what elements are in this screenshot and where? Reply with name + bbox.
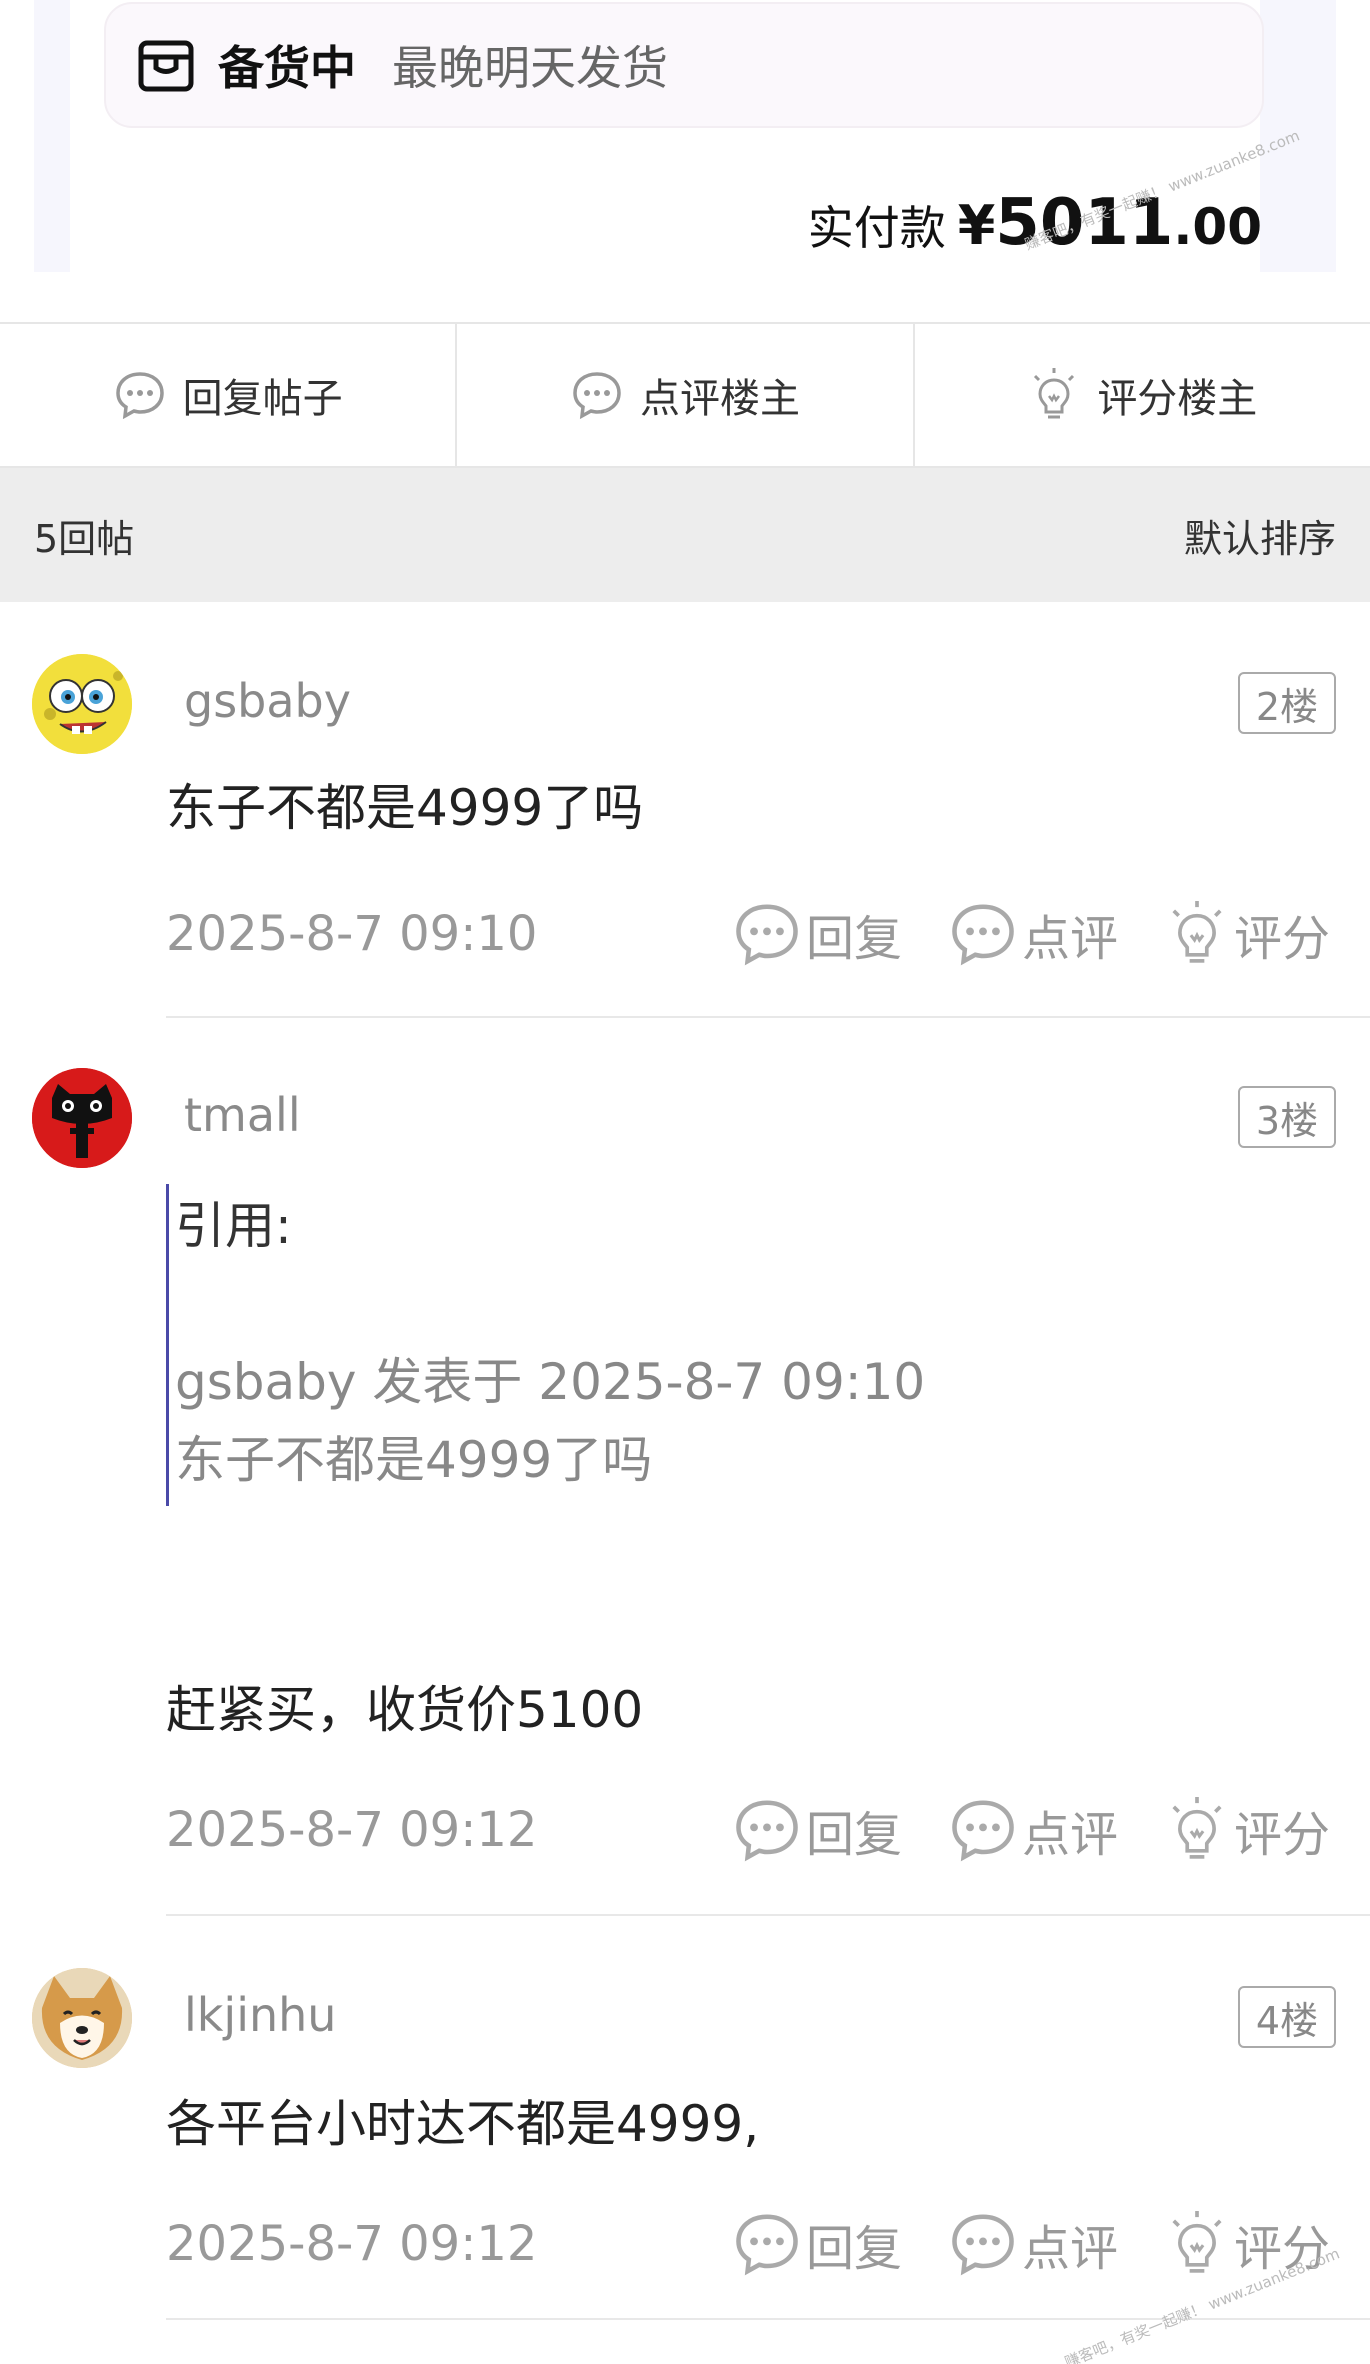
- post-actions: 回复 点评 评分: [686, 898, 1330, 970]
- post-divider: [166, 1914, 1370, 1916]
- currency-symbol: ¥: [957, 194, 996, 257]
- chat-bubble-icon: [736, 2214, 798, 2276]
- thread-action-bar: 回复帖子 点评楼主 评分楼主: [0, 322, 1370, 468]
- floor-badge: 4楼: [1238, 1986, 1336, 2048]
- chat-bubble-icon: [952, 2214, 1014, 2276]
- rate-button[interactable]: 评分: [1164, 898, 1330, 970]
- tmall-cat-avatar-icon: [32, 1068, 132, 1168]
- floor-badge: 3楼: [1238, 1086, 1336, 1148]
- order-summary: 备货中 最晚明天发货 实付款 ¥ 5011 .00 赚客吧，有奖一起赚！ www…: [0, 0, 1370, 322]
- comment-label: 点评: [1021, 2221, 1118, 2277]
- chat-bubble-icon: [736, 1800, 798, 1862]
- reply-button[interactable]: 回复: [732, 1795, 902, 1865]
- comment-button[interactable]: 点评: [948, 2209, 1118, 2279]
- reply-post: lkjinhu 4楼 各平台小时达不都是4999, 2025-8-7 09:12…: [0, 1918, 1370, 2334]
- status-detail: 最晚明天发货: [392, 41, 668, 95]
- rate-op-button[interactable]: 评分楼主: [915, 324, 1370, 466]
- reply-post: gsbaby 2楼 东子不都是4999了吗 2025-8-7 09:10 回复 …: [0, 602, 1370, 1018]
- rate-button[interactable]: 评分: [1164, 1794, 1330, 1866]
- sort-order-button[interactable]: 默认排序: [1184, 508, 1336, 563]
- shipping-status[interactable]: 备货中 最晚明天发货: [104, 2, 1264, 128]
- quote-author-time: gsbaby 发表于 2025-8-7 09:10: [175, 1353, 926, 1411]
- reply-post: tmall 3楼 引用: gsbaby 发表于 2025-8-7 09:10 东…: [0, 1018, 1370, 1918]
- post-content: 东子不都是4999了吗: [166, 779, 644, 837]
- paid-decimal: .00: [1173, 198, 1262, 256]
- comment-op-button[interactable]: 点评楼主: [457, 324, 915, 466]
- post-meta: 2025-8-7 09:12 回复 点评 评分: [166, 1797, 1330, 1863]
- comment-button[interactable]: 点评: [948, 1795, 1118, 1865]
- post-content: 各平台小时达不都是4999,: [166, 2095, 760, 2153]
- username[interactable]: lkjinhu: [184, 1988, 336, 2042]
- chat-bubble-icon: [952, 904, 1014, 966]
- comment-button[interactable]: 点评: [948, 899, 1118, 969]
- comment-label: 点评: [1021, 1807, 1118, 1863]
- action-label: 回复帖子: [182, 376, 343, 422]
- chat-bubble-icon: [736, 904, 798, 966]
- post-content: 赶紧买，收货价5100: [166, 1681, 644, 1739]
- spongebob-avatar-icon: [32, 654, 132, 754]
- reply-label: 回复: [805, 1807, 902, 1863]
- post-meta: 2025-8-7 09:10 回复 点评 评分: [166, 901, 1330, 967]
- quote-block: 引用: gsbaby 发表于 2025-8-7 09:10 东子不都是4999了…: [166, 1184, 1066, 1506]
- reply-count: 5回帖: [34, 516, 135, 561]
- reply-button[interactable]: 回复: [732, 2209, 902, 2279]
- action-label: 点评楼主: [639, 376, 800, 422]
- lightbulb-icon: [1172, 2211, 1222, 2273]
- username[interactable]: gsbaby: [184, 674, 351, 728]
- avatar[interactable]: [32, 1068, 132, 1168]
- username[interactable]: tmall: [184, 1088, 301, 1142]
- lightbulb-icon: [1172, 1797, 1222, 1859]
- action-label: 评分楼主: [1097, 376, 1258, 422]
- shiba-dog-avatar-icon: [32, 1968, 132, 2068]
- rate-label: 评分: [1233, 911, 1330, 967]
- chat-bubble-icon: [573, 372, 621, 420]
- reply-button[interactable]: 回复: [732, 899, 902, 969]
- quote-text: 东子不都是4999了吗: [175, 1431, 653, 1489]
- package-box-icon: [138, 40, 194, 92]
- floor-badge: 2楼: [1238, 672, 1336, 734]
- post-time: 2025-8-7 09:12: [166, 2216, 538, 2272]
- post-actions: 回复 点评 评分: [686, 1794, 1330, 1866]
- reply-label: 回复: [805, 911, 902, 967]
- lightbulb-icon: [1172, 901, 1222, 963]
- post-time: 2025-8-7 09:12: [166, 1802, 538, 1858]
- avatar[interactable]: [32, 1968, 132, 2068]
- quote-label: 引用:: [175, 1197, 292, 1255]
- reply-label: 回复: [805, 2221, 902, 2277]
- comment-label: 点评: [1021, 911, 1118, 967]
- post-time: 2025-8-7 09:10: [166, 906, 538, 962]
- avatar[interactable]: [32, 654, 132, 754]
- post-meta: 2025-8-7 09:12 回复 点评 评分: [166, 2211, 1330, 2277]
- reply-sort-bar: 5回帖 默认排序: [0, 468, 1370, 602]
- paid-label: 实付款: [807, 201, 946, 255]
- reply-thread-button[interactable]: 回复帖子: [0, 324, 458, 466]
- status-label: 备货中: [218, 41, 356, 95]
- chat-bubble-icon: [952, 1800, 1014, 1862]
- chat-bubble-icon: [115, 372, 164, 420]
- post-actions: 回复 点评 评分: [686, 2208, 1330, 2280]
- lightbulb-icon: [1034, 368, 1075, 419]
- rate-label: 评分: [1233, 1807, 1330, 1863]
